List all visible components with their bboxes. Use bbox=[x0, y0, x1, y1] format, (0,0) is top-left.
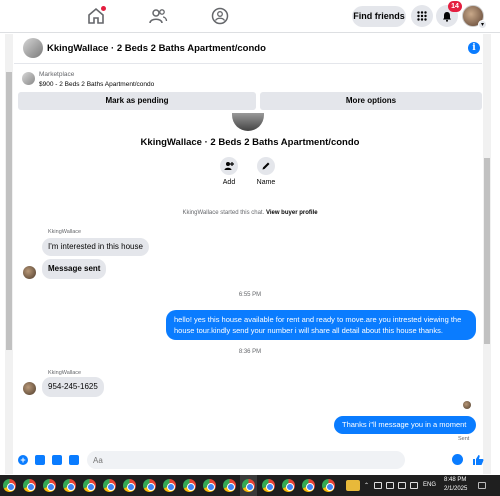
clock-time[interactable]: 8:48 PM bbox=[444, 477, 466, 483]
edit-name-icon[interactable] bbox=[257, 157, 275, 175]
chat-title[interactable]: KkingWallace · 2 Beds 2 Baths Apartment/… bbox=[47, 43, 266, 54]
outgoing-message[interactable]: Thanks i"ll message you in a moment bbox=[334, 416, 476, 434]
incoming-message[interactable]: I'm interested in this house bbox=[42, 238, 149, 256]
chevron-down-icon[interactable]: ▾ bbox=[478, 20, 487, 29]
message-timestamp: 8:36 PM bbox=[238, 349, 262, 355]
message-timestamp: 6:55 PM bbox=[238, 292, 262, 298]
incoming-message[interactable]: Message sent bbox=[42, 259, 107, 279]
listing-price-title: $900 - 2 Beds 2 Baths Apartment/condo bbox=[39, 81, 155, 88]
chrome-icon[interactable] bbox=[163, 479, 176, 492]
weather-icon[interactable] bbox=[346, 480, 360, 491]
battery-icon[interactable] bbox=[410, 482, 418, 489]
find-friends-button[interactable]: Find friends bbox=[352, 6, 406, 27]
chrome-icon[interactable] bbox=[3, 479, 16, 492]
chrome-icon[interactable] bbox=[242, 479, 255, 492]
groups-icon[interactable] bbox=[210, 6, 230, 26]
incoming-message[interactable]: 954-245-1625 bbox=[42, 377, 104, 397]
chrome-icon[interactable] bbox=[322, 479, 335, 492]
gif-icon[interactable] bbox=[69, 455, 79, 465]
chrome-icon[interactable] bbox=[203, 479, 216, 492]
add-label: Add bbox=[222, 179, 236, 186]
chrome-icon[interactable] bbox=[123, 479, 136, 492]
chrome-icon[interactable] bbox=[103, 479, 116, 492]
listing-thumbnail[interactable] bbox=[23, 38, 43, 58]
started-text: KkingWallace started this chat. bbox=[182, 210, 265, 216]
marketplace-label: Marketplace bbox=[39, 71, 75, 78]
view-buyer-profile-link[interactable]: View buyer profile bbox=[266, 210, 318, 216]
profile-name: KkingWallace · 2 Beds 2 Baths Apartment/… bbox=[140, 137, 360, 148]
chrome-icon[interactable] bbox=[143, 479, 156, 492]
volume-icon[interactable] bbox=[398, 482, 406, 489]
friends-icon[interactable] bbox=[148, 6, 168, 26]
clock-date[interactable]: 2/1/2025 bbox=[444, 486, 467, 492]
sender-avatar[interactable] bbox=[23, 266, 36, 279]
chrome-icon[interactable] bbox=[282, 479, 295, 492]
add-person-icon[interactable] bbox=[220, 157, 238, 175]
network-icon[interactable] bbox=[374, 482, 382, 489]
menu-grid-icon[interactable] bbox=[411, 5, 433, 27]
chrome-icon[interactable] bbox=[302, 479, 315, 492]
home-icon[interactable] bbox=[86, 6, 106, 26]
chrome-icon[interactable] bbox=[43, 479, 56, 492]
language-indicator[interactable]: ENG bbox=[423, 482, 436, 488]
photo-icon[interactable] bbox=[35, 455, 45, 465]
chevron-up-icon[interactable]: ⌃ bbox=[364, 482, 369, 489]
wifi-icon[interactable] bbox=[386, 482, 394, 489]
seen-avatar bbox=[463, 401, 471, 409]
mark-as-pending-button[interactable]: Mark as pending bbox=[18, 92, 256, 110]
home-notification-dot bbox=[101, 6, 106, 11]
outgoing-message[interactable]: hello! yes this house available for rent… bbox=[166, 310, 476, 340]
chrome-icon[interactable] bbox=[23, 479, 36, 492]
message-input[interactable] bbox=[87, 451, 405, 469]
windows-taskbar: ⌃ ENG 8:48 PM 2/1/2025 bbox=[0, 475, 500, 496]
chrome-icon[interactable] bbox=[183, 479, 196, 492]
marketplace-listing-bar[interactable]: Marketplace $900 - 2 Beds 2 Baths Apartm… bbox=[14, 65, 482, 91]
notification-center-icon[interactable] bbox=[478, 482, 486, 489]
top-navigation: Find friends 14 ▾ bbox=[0, 0, 500, 33]
chat-scrollbar-thumb[interactable] bbox=[484, 158, 490, 344]
notification-badge: 14 bbox=[448, 1, 462, 12]
chrome-icon[interactable] bbox=[262, 479, 275, 492]
thumbs-up-icon[interactable] bbox=[472, 453, 484, 465]
sent-status: Sent bbox=[458, 436, 470, 442]
sender-name: KkingWallace bbox=[48, 229, 82, 235]
sender-name: KkingWallace bbox=[48, 370, 82, 376]
chrome-icon[interactable] bbox=[63, 479, 76, 492]
chrome-icon[interactable] bbox=[223, 479, 236, 492]
more-options-button[interactable]: More options bbox=[260, 92, 482, 110]
chrome-icon[interactable] bbox=[83, 479, 96, 492]
sender-avatar[interactable] bbox=[23, 382, 36, 395]
message-composer: + bbox=[14, 448, 490, 472]
sticker-icon[interactable] bbox=[52, 455, 62, 465]
chat-header: KkingWallace · 2 Beds 2 Baths Apartment/… bbox=[14, 34, 482, 64]
name-label: Name bbox=[256, 179, 276, 186]
plus-icon[interactable]: + bbox=[18, 455, 28, 465]
emoji-icon[interactable] bbox=[452, 454, 463, 465]
info-icon[interactable]: i bbox=[468, 42, 480, 54]
chat-started-notice: KkingWallace started this chat. View buy… bbox=[0, 210, 500, 216]
listing-small-thumbnail bbox=[22, 72, 35, 85]
